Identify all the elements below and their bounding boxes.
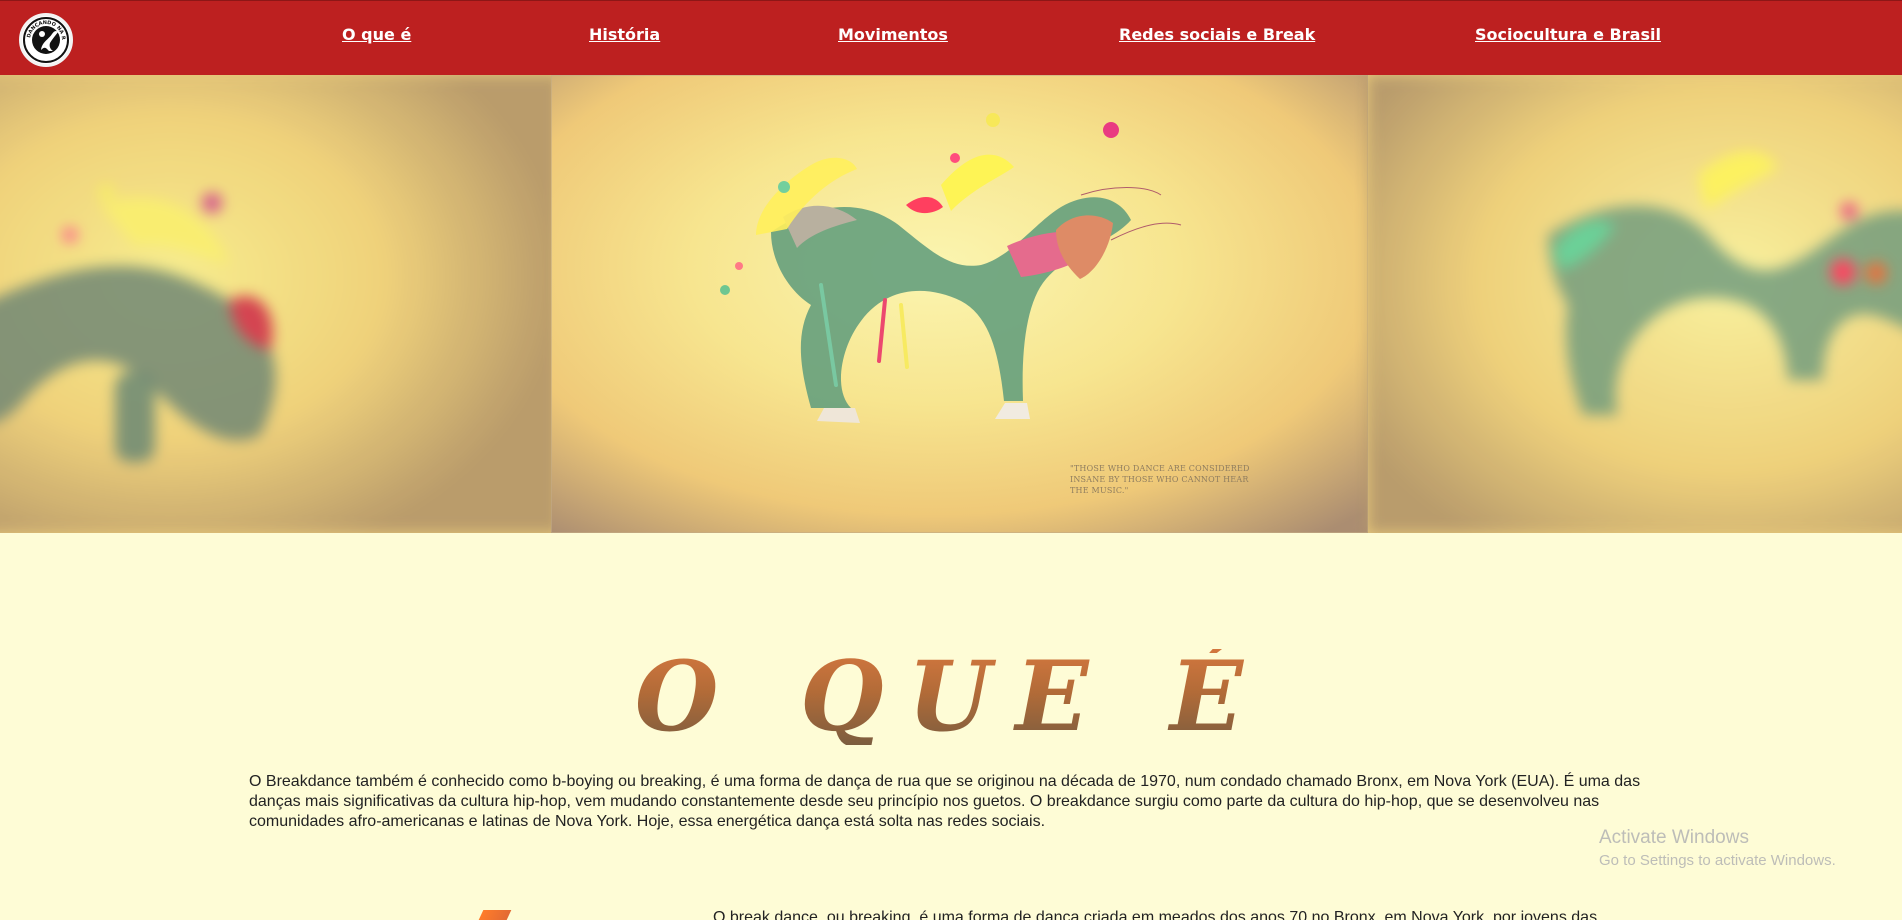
- next-paragraph-preview: O break dance, ou breaking, é uma forma …: [713, 909, 1598, 920]
- hero-quote: "THOSE WHO DANCE ARE CONSIDERED INSANE B…: [1070, 464, 1250, 495]
- intro-paragraph: O Breakdance também é conhecido como b-b…: [249, 773, 1641, 830]
- dancer-icon: DANÇANDO NA REDE: [22, 16, 69, 63]
- nav-link-sociocultura-brasil[interactable]: Sociocultura e Brasil: [1475, 25, 1661, 44]
- hero-right-blurred-image: [1368, 75, 1902, 533]
- hero-left-blurred-image: [0, 75, 560, 533]
- top-navigation-bar: DANÇANDO NA REDE O que é História Movime…: [0, 0, 1902, 75]
- nav-link-movimentos[interactable]: Movimentos: [838, 25, 948, 44]
- windows-notice-title: Activate Windows: [1599, 827, 1749, 848]
- windows-activation-notice: Activate Windows Go to Settings to activ…: [1599, 827, 1836, 870]
- hero-banner: "THOSE WHO DANCE ARE CONSIDERED INSANE B…: [0, 75, 1902, 533]
- nav-link-o-que-e[interactable]: O que é: [342, 25, 411, 44]
- section-title: O que é: [0, 649, 1902, 745]
- windows-notice-subtitle: Go to Settings to activate Windows.: [1599, 852, 1836, 869]
- site-logo[interactable]: DANÇANDO NA REDE: [19, 13, 73, 67]
- next-section-title-fragment: [478, 910, 512, 920]
- nav-link-redes-sociais-break[interactable]: Redes sociais e Break: [1119, 25, 1315, 44]
- nav-link-historia[interactable]: História: [589, 25, 660, 44]
